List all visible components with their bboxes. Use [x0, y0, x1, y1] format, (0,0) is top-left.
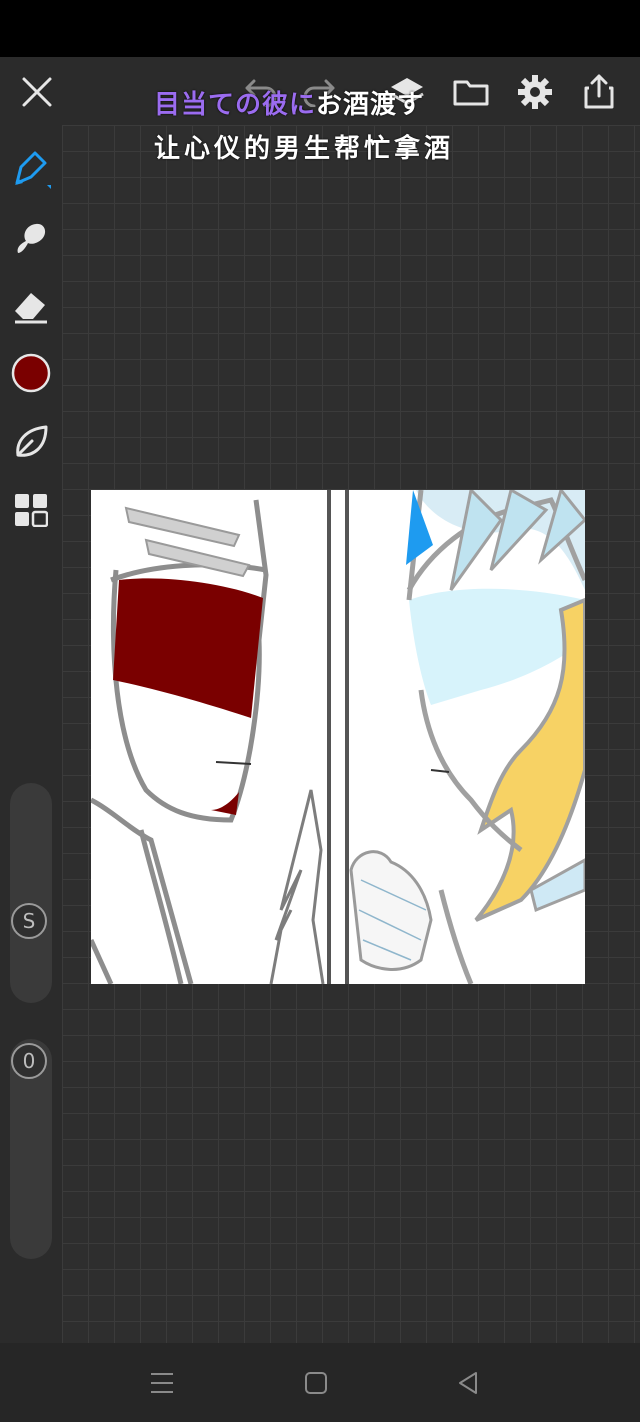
caption-japanese: 目当ての彼にお酒渡す	[154, 84, 424, 121]
eraser-icon[interactable]	[8, 283, 54, 329]
back-triangle-icon[interactable]	[446, 1363, 490, 1403]
status-bar	[0, 0, 640, 57]
folder-icon[interactable]	[448, 69, 494, 115]
menu-icon[interactable]	[140, 1363, 184, 1403]
share-icon[interactable]	[576, 69, 622, 115]
tool-sidebar: S 0	[0, 125, 62, 1343]
color-swatch[interactable]	[10, 352, 52, 394]
size-knob[interactable]: S	[11, 903, 47, 939]
caption-purple-text: 目当ての彼に	[154, 90, 317, 120]
system-nav-bar	[0, 1343, 640, 1422]
size-label: S	[22, 909, 36, 933]
opacity-knob[interactable]: 0	[11, 1043, 47, 1079]
caption-chinese: 让心仪的男生帮忙拿酒	[154, 134, 455, 164]
brush-size-slider[interactable]: S	[10, 783, 52, 1003]
gear-icon[interactable]	[512, 69, 558, 115]
drawing-canvas[interactable]	[91, 490, 585, 984]
grid-icon[interactable]	[8, 487, 54, 533]
artwork	[91, 490, 585, 984]
brush-icon[interactable]	[8, 147, 54, 193]
home-square-icon[interactable]	[294, 1363, 338, 1403]
smudge-icon[interactable]	[8, 215, 54, 261]
close-icon[interactable]	[14, 69, 60, 115]
leaf-icon[interactable]	[8, 419, 54, 465]
opacity-label: 0	[22, 1049, 36, 1073]
caption-white-text: お酒渡す	[316, 90, 425, 120]
opacity-slider[interactable]: 0	[10, 1039, 52, 1259]
